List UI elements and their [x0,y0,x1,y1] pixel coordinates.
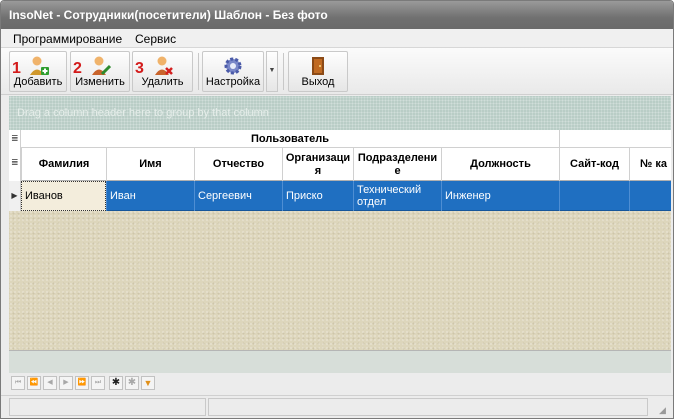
toolbar-separator [198,53,199,90]
door-exit-icon [312,57,324,75]
next-page-icon[interactable]: ⏩ [75,376,89,390]
title-bar: InsoNet - Сотрудники(посетители) Шаблон … [1,1,673,29]
delete-record-icon[interactable]: ✱ [125,376,139,390]
next-record-icon[interactable]: ▶ [59,376,73,390]
menu-programming[interactable]: Программирование [13,32,122,46]
status-panel-1 [9,398,206,416]
exit-button-label: Выход [301,76,335,88]
prev-record-icon[interactable]: ◀ [43,376,57,390]
settings-button-label: Настройка [205,76,261,88]
column-header-row: Фамилия Имя Отчество Организация Подразд… [9,148,671,181]
add-user-icon [30,56,49,75]
header-indicator-column: ≣ ≣ [9,130,21,181]
toolbar-separator [283,53,284,90]
cell-department[interactable]: Технический отдел [353,181,441,211]
group-panel-hint: Drag a column header here to group by th… [17,107,269,119]
prev-page-icon[interactable]: ⏪ [27,376,41,390]
step-number-3: 3 [135,60,144,77]
status-bar: ◢ [1,395,673,418]
band-header: Пользователь [9,130,671,148]
row-indicator-arrow-icon: ▶ [9,181,21,211]
column-header-patronymic[interactable]: Отчество [194,148,282,181]
column-chooser-icon[interactable]: ≣ [11,134,19,143]
edit-button-label: Изменить [75,76,125,88]
column-header-organization[interactable]: Организация [282,148,353,181]
settings-dropdown-arrow[interactable]: ▼ [266,51,278,92]
delete-button[interactable]: 3 Удалить [132,51,193,92]
cell-card-number[interactable] [629,181,671,211]
insert-record-icon[interactable]: ✱ [109,376,123,390]
group-by-panel[interactable]: Drag a column header here to group by th… [9,96,671,130]
column-header-card-number[interactable]: № ка [629,148,671,181]
left-strip [1,130,9,373]
cell-organization[interactable]: Приско [282,181,353,211]
column-header-firstname[interactable]: Имя [106,148,194,181]
delete-user-icon [154,56,173,75]
column-header-lastname[interactable]: Фамилия [21,148,106,181]
column-chooser-icon[interactable]: ≣ [11,158,19,167]
first-record-icon[interactable]: ⏮ [11,376,25,390]
menu-bar: Программирование Сервис [1,29,673,48]
window-title: InsoNet - Сотрудники(посетители) Шаблон … [9,8,328,22]
cell-lastname[interactable]: Иванов [21,181,106,211]
grid-footer [9,350,671,373]
cell-sitecode[interactable] [559,181,629,211]
band-divider [559,130,560,148]
status-panel-2 [208,398,648,416]
cell-firstname[interactable]: Иван [106,181,194,211]
edit-user-icon [92,56,111,76]
cell-patronymic[interactable]: Сергеевич [194,181,282,211]
band-title: Пользователь [250,133,329,145]
add-button-label: Добавить [13,76,63,88]
column-header-position[interactable]: Должность [441,148,559,181]
column-header-department[interactable]: Подразделение [353,148,441,181]
column-header-sitecode[interactable]: Сайт-код [559,148,629,181]
filter-icon[interactable]: ▼ [141,376,155,390]
step-number-2: 2 [73,60,82,77]
record-navigator: ⏮ ⏪ ◀ ▶ ⏩ ⏭ ✱ ✱ ▼ [9,373,671,393]
gear-icon [224,57,242,75]
data-grid: Пользователь Фамилия Имя Отчество Органи… [9,130,671,373]
step-number-1: 1 [12,60,21,77]
add-button[interactable]: 1 Добавить [9,51,67,92]
delete-button-label: Удалить [141,76,184,88]
table-row[interactable]: ▶ Иванов Иван Сергеевич Приско Техническ… [9,181,671,211]
edit-button[interactable]: 2 Изменить [70,51,130,92]
resize-grip-icon[interactable]: ◢ [659,405,669,415]
toolbar: 1 Добавить 2 Изменить 3 Удалить Настройк… [1,48,673,95]
cell-position[interactable]: Инженер [441,181,559,211]
menu-service[interactable]: Сервис [135,32,176,46]
exit-button[interactable]: Выход [288,51,348,92]
settings-button[interactable]: Настройка [202,51,264,92]
last-record-icon[interactable]: ⏭ [91,376,105,390]
app-window: InsoNet - Сотрудники(посетители) Шаблон … [0,0,674,419]
